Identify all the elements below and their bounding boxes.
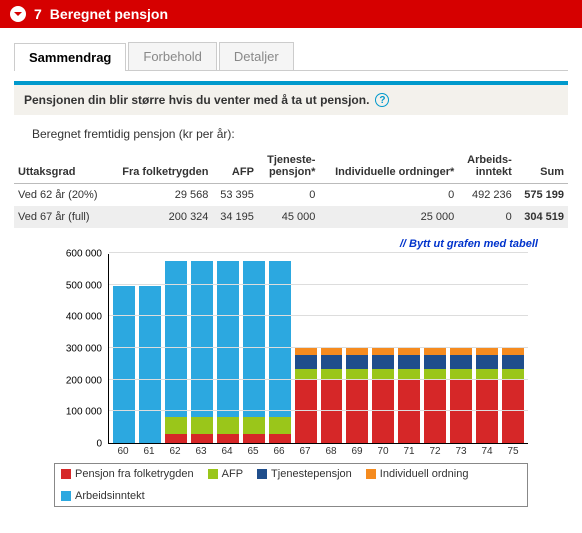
x-tick: 71 xyxy=(398,446,420,457)
legend-item-ind: Individuell ordning xyxy=(366,468,469,480)
info-box: Pensjonen din blir større hvis du venter… xyxy=(14,81,568,115)
col-individuelle: Individuelle ordninger* xyxy=(319,149,458,184)
y-tick: 100 000 xyxy=(54,407,102,418)
bar xyxy=(191,261,213,443)
legend-item-afp: AFP xyxy=(208,468,243,480)
chevron-down-icon xyxy=(10,6,26,22)
col-folketrygden: Fra folketrygden xyxy=(110,149,213,184)
panel-header: 7 Beregnet pensjon xyxy=(0,0,582,28)
x-tick: 73 xyxy=(450,446,472,457)
x-tick: 66 xyxy=(268,446,290,457)
col-tjenestepensjon: Tjeneste-pensjon* xyxy=(258,149,319,184)
x-tick: 70 xyxy=(372,446,394,457)
bar xyxy=(476,347,498,443)
bar xyxy=(165,261,187,443)
legend-item-ft: Pensjon fra folketrygden xyxy=(61,468,194,480)
col-arbeidsinntekt: Arbeids-inntekt xyxy=(458,149,515,184)
x-tick: 74 xyxy=(476,446,498,457)
col-afp: AFP xyxy=(212,149,257,184)
y-tick: 300 000 xyxy=(54,344,102,355)
legend-item-tp: Tjenestepensjon xyxy=(257,468,352,480)
col-sum: Sum xyxy=(516,149,568,184)
bar xyxy=(243,261,265,443)
col-uttaksgrad: Uttaksgrad xyxy=(14,149,110,184)
panel-title: Beregnet pensjon xyxy=(50,6,168,22)
pension-table: Uttaksgrad Fra folketrygden AFP Tjeneste… xyxy=(14,149,568,228)
row-label: Ved 67 år (full) xyxy=(14,206,110,228)
x-axis: 60 61 62 63 64 65 66 67 68 69 70 71 72 73 74 75 xyxy=(108,444,528,457)
step-number: 7 xyxy=(34,6,42,22)
bar xyxy=(295,347,317,443)
bar xyxy=(321,347,343,443)
tab-forbehold[interactable]: Forbehold xyxy=(128,42,217,70)
info-text: Pensjonen din blir større hvis du venter… xyxy=(24,93,369,107)
x-tick: 62 xyxy=(164,446,186,457)
bar xyxy=(398,347,420,443)
panel-content: Sammendrag Forbehold Detaljer Pensjonen … xyxy=(0,28,582,517)
x-tick: 65 xyxy=(242,446,264,457)
plot-area xyxy=(108,254,528,444)
chart: 0100 000200 000300 000400 000500 000600 … xyxy=(54,254,528,507)
table-row: Ved 67 år (full) 200 324 34 195 45 000 2… xyxy=(14,206,568,228)
bar xyxy=(346,347,368,443)
bar xyxy=(372,347,394,443)
y-tick: 500 000 xyxy=(54,280,102,291)
x-tick: 60 xyxy=(112,446,134,457)
bar xyxy=(217,261,239,443)
y-tick: 400 000 xyxy=(54,312,102,323)
bar xyxy=(269,261,291,443)
x-tick: 63 xyxy=(190,446,212,457)
y-tick: 0 xyxy=(54,439,102,450)
bar xyxy=(113,286,135,443)
tab-sammendrag[interactable]: Sammendrag xyxy=(14,43,126,71)
row-label: Ved 62 år (20%) xyxy=(14,184,110,207)
x-tick: 69 xyxy=(346,446,368,457)
table-subtitle: Beregnet fremtidig pensjon (kr per år): xyxy=(32,127,564,141)
x-tick: 68 xyxy=(320,446,342,457)
legend: Pensjon fra folketrygden AFP Tjenestepen… xyxy=(54,463,528,507)
y-tick: 200 000 xyxy=(54,375,102,386)
table-row: Ved 62 år (20%) 29 568 53 395 0 0 492 23… xyxy=(14,184,568,207)
x-tick: 72 xyxy=(424,446,446,457)
y-axis: 0100 000200 000300 000400 000500 000600 … xyxy=(54,254,108,444)
bar xyxy=(139,286,161,443)
legend-item-arb: Arbeidsinntekt xyxy=(61,490,145,502)
x-tick: 61 xyxy=(138,446,160,457)
tab-detaljer[interactable]: Detaljer xyxy=(219,42,294,70)
bar xyxy=(502,347,524,443)
x-tick: 75 xyxy=(502,446,524,457)
y-tick: 600 000 xyxy=(54,249,102,260)
x-tick: 67 xyxy=(294,446,316,457)
bar xyxy=(424,347,446,443)
help-icon[interactable]: ? xyxy=(375,93,389,107)
bar xyxy=(450,347,472,443)
x-tick: 64 xyxy=(216,446,238,457)
tab-bar: Sammendrag Forbehold Detaljer xyxy=(14,42,568,71)
